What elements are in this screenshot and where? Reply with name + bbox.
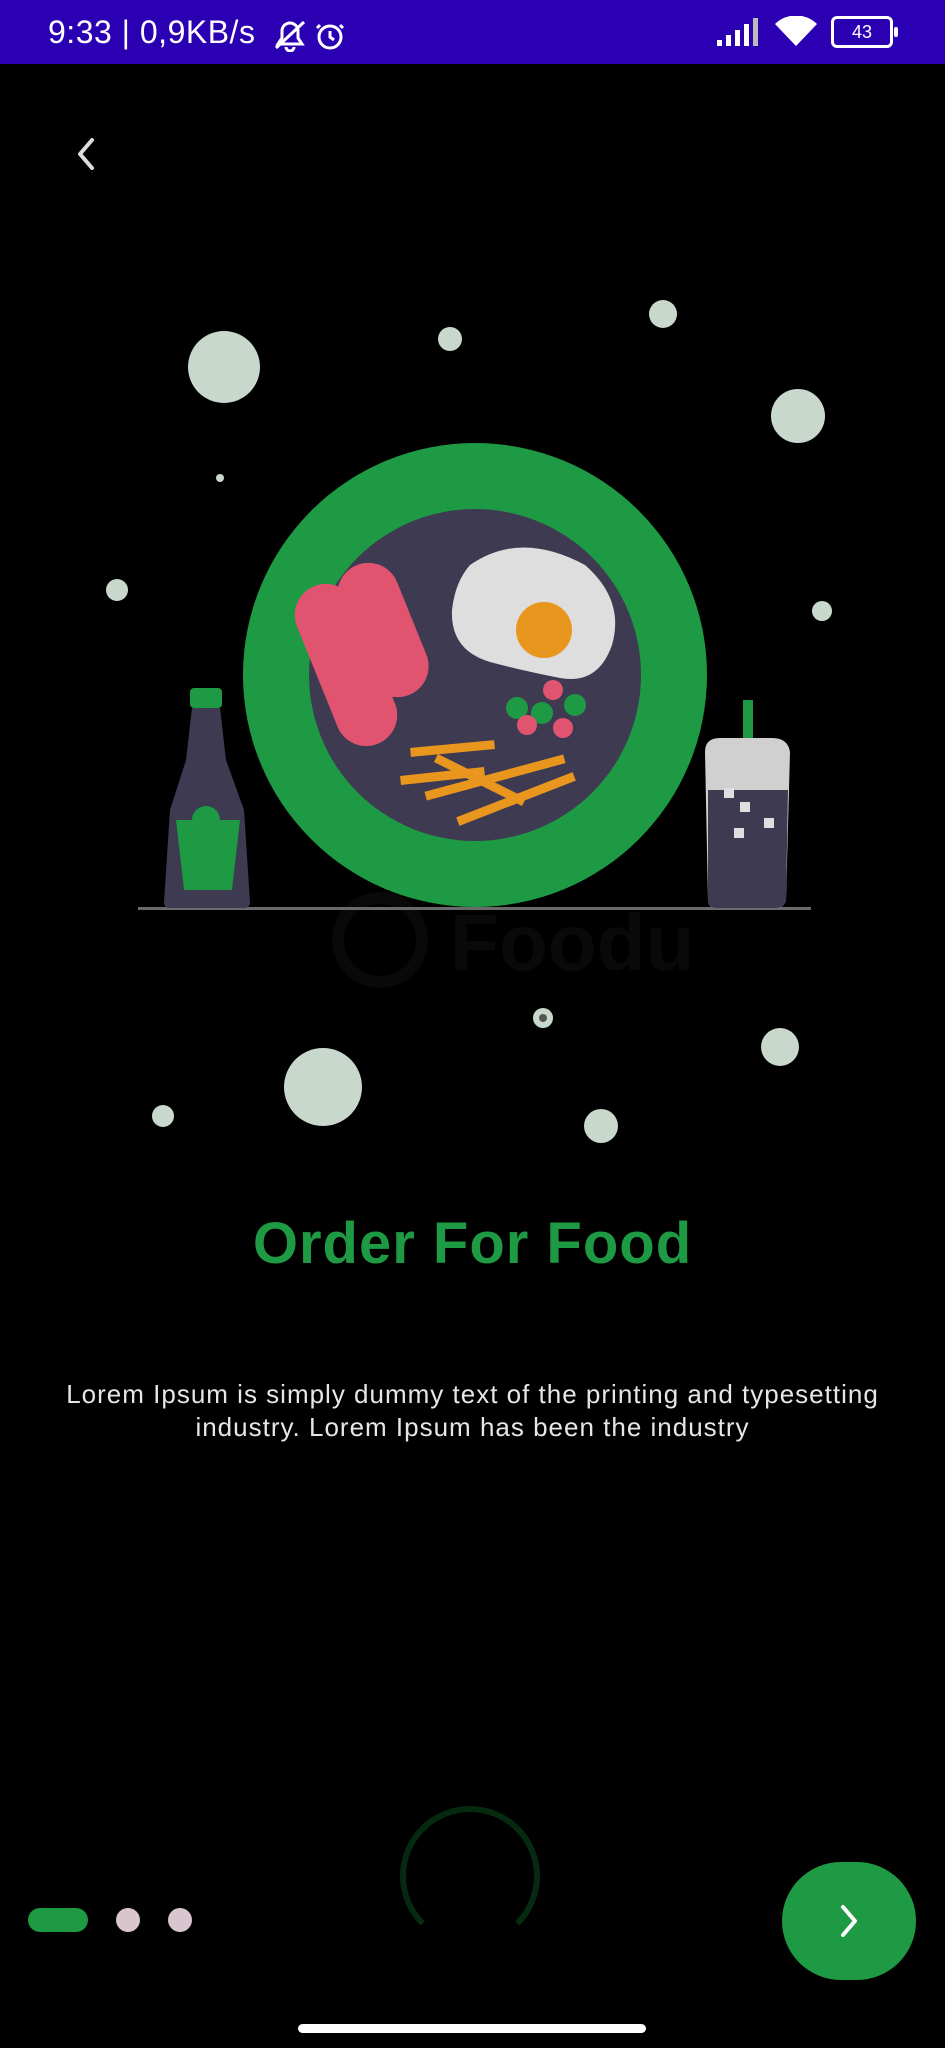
drink-icon: [705, 700, 790, 908]
mute-icon: [274, 20, 306, 53]
wifi-icon: [775, 16, 817, 46]
page-indicator: [28, 1908, 192, 1932]
battery-icon: 43: [831, 16, 898, 48]
onboarding-title: Order For Food: [252, 1211, 693, 1276]
onboarding-description: Lorem Ipsum is simply dummy text of the …: [66, 1379, 879, 1442]
page-dot-3[interactable]: [168, 1908, 192, 1932]
chevron-left-icon: [78, 138, 94, 170]
svg-text:Foodu: Foodu: [450, 898, 694, 987]
status-left-icons: [272, 20, 352, 57]
loading-spinner: [400, 1806, 540, 1946]
chevron-right-icon: [841, 1905, 857, 1937]
status-bar: 9:33 | 0,9KB/s 43: [0, 0, 945, 64]
page-dot-1[interactable]: [28, 1908, 88, 1932]
page-dot-2[interactable]: [116, 1908, 140, 1932]
plate-icon: [243, 443, 707, 907]
back-button[interactable]: [62, 130, 110, 178]
alarm-icon: [315, 23, 345, 50]
signal-icon: [717, 18, 758, 46]
food-illustration: Foodu: [0, 290, 945, 1150]
status-right-icons: 43: [717, 16, 898, 48]
next-button[interactable]: [782, 1862, 916, 1980]
status-time: 9:33 | 0,9KB/s: [48, 14, 256, 50]
bottle-icon: [164, 688, 250, 908]
foodu-watermark: Foodu: [332, 892, 694, 988]
home-indicator[interactable]: [298, 2024, 646, 2033]
battery-level: 43: [851, 22, 873, 42]
